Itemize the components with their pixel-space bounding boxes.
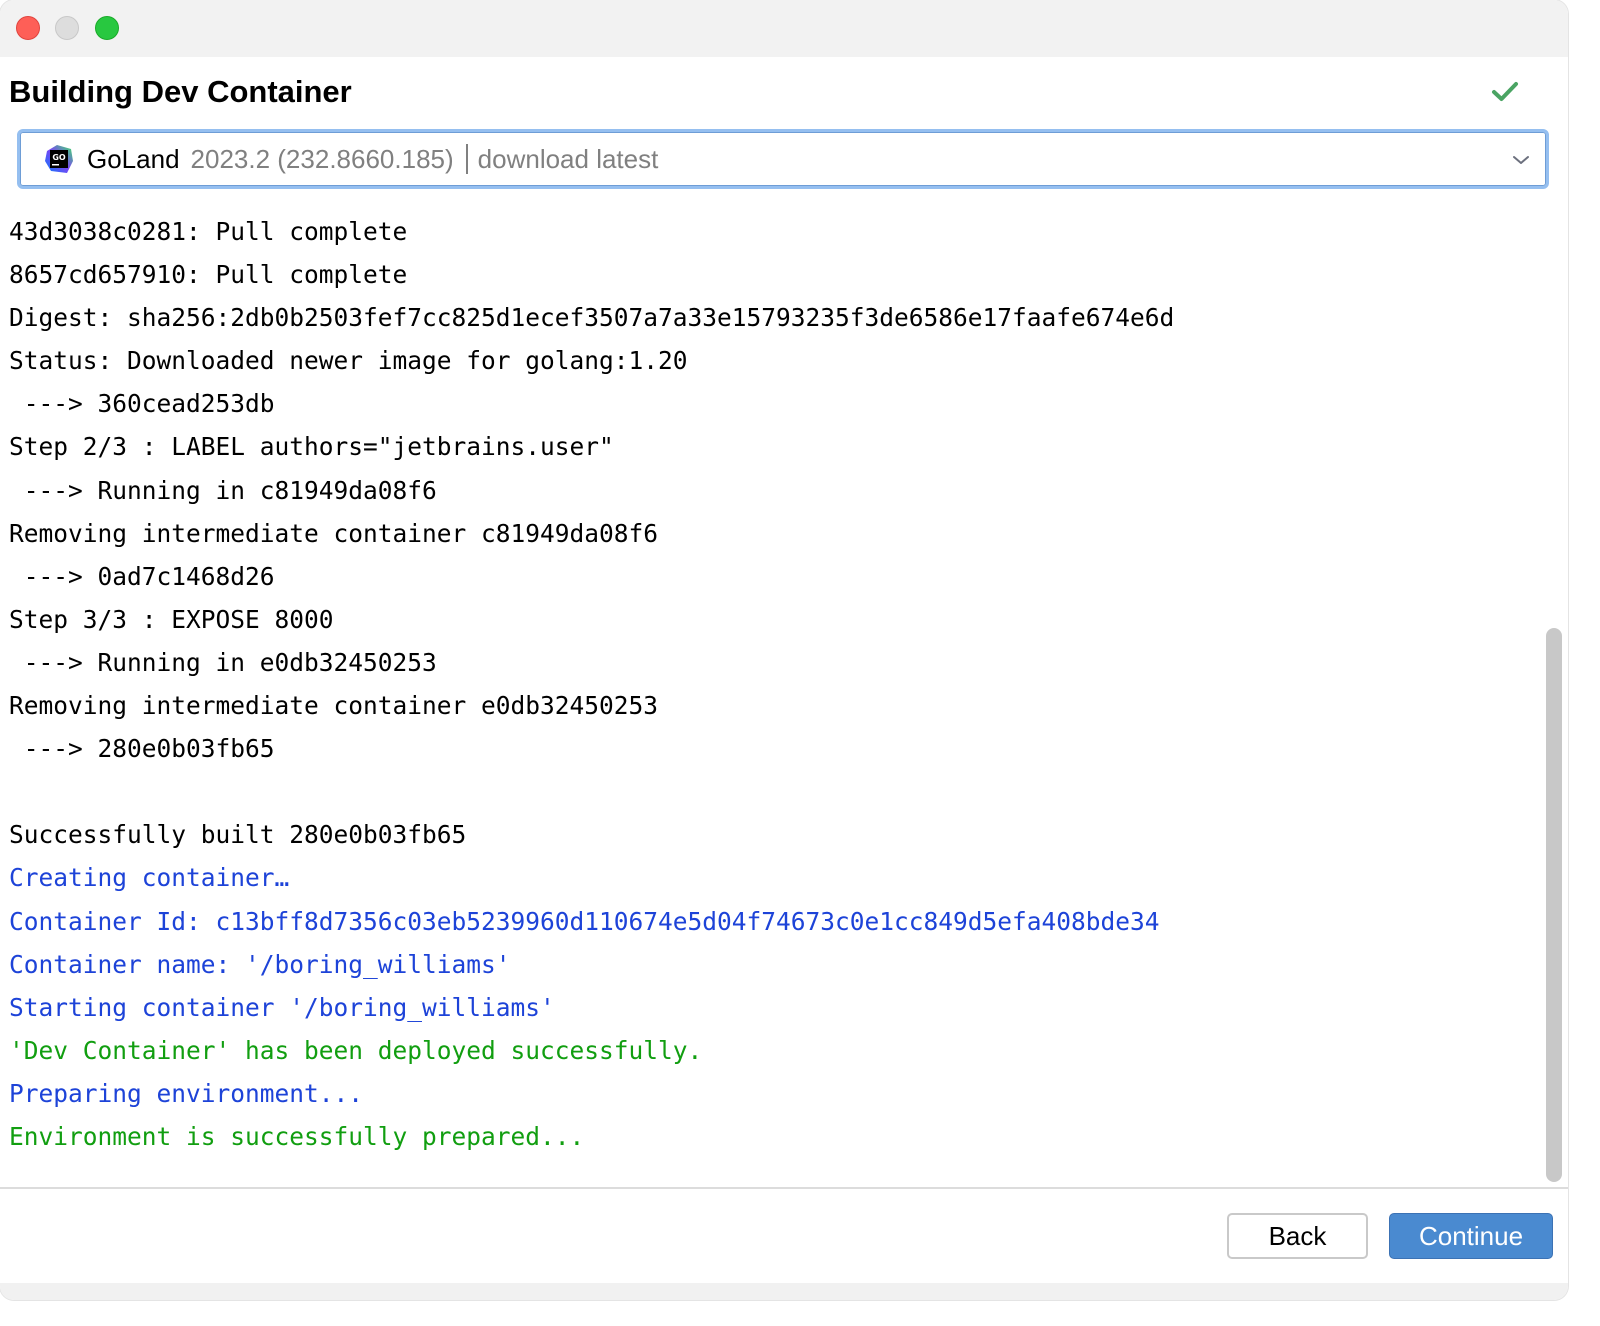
checkmark-icon — [1492, 82, 1518, 101]
log-line: Status: Downloaded newer image for golan… — [9, 346, 688, 376]
log-line: Starting container '/boring_williams' — [9, 992, 555, 1022]
back-button[interactable]: Back — [1227, 1213, 1368, 1259]
log-line: ---> Running in c81949da08f6 — [9, 475, 437, 505]
log-line: 8657cd657910: Pull complete — [9, 260, 408, 290]
ide-name: GoLand — [87, 143, 180, 174]
svg-text:GO: GO — [52, 153, 66, 162]
ide-version-dropdown[interactable]: GO GoLand 2023.2 (232.8660.185) download… — [17, 129, 1549, 189]
ide-version: 2023.2 (232.8660.185) — [190, 143, 454, 174]
title-bar — [0, 0, 1568, 57]
log-line: Removing intermediate container e0db3245… — [9, 691, 659, 721]
chevron-down-icon — [1513, 156, 1529, 164]
continue-button[interactable]: Continue — [1389, 1213, 1553, 1259]
log-scrollbar-thumb[interactable] — [1546, 628, 1562, 1182]
log-line: Digest: sha256:2db0b2503fef7cc825d1ecef3… — [9, 303, 1175, 333]
page-title: Building Dev Container — [9, 74, 352, 109]
log-line: ---> 360cead253db — [9, 389, 275, 419]
log-line: ---> 280e0b03fb65 — [9, 734, 275, 764]
log-line: 43d3038c0281: Pull complete — [9, 217, 408, 246]
close-window-button[interactable] — [16, 16, 40, 40]
log-line: Step 3/3 : EXPOSE 8000 — [9, 604, 334, 634]
minimize-window-button[interactable] — [55, 16, 79, 40]
download-latest-label: download latest — [477, 143, 659, 174]
separator — [465, 144, 468, 174]
log-line: 'Dev Container' has been deployed succes… — [9, 1035, 703, 1065]
window-bottom-edge — [0, 1283, 1568, 1300]
log-line: Step 2/3 : LABEL authors="jetbrains.user… — [9, 432, 614, 462]
log-line: Preparing environment... — [9, 1078, 364, 1108]
log-line: Environment is successfully prepared... — [9, 1121, 585, 1151]
log-line: ---> Running in e0db32450253 — [9, 647, 437, 677]
goland-logo-icon: GO — [45, 145, 73, 173]
log-line: ---> 0ad7c1468d26 — [9, 561, 275, 591]
maximize-window-button[interactable] — [95, 16, 119, 40]
log-line: Creating container… — [9, 863, 290, 893]
log-line: Container Id: c13bff8d7356c03eb5239960d1… — [9, 906, 1160, 936]
footer-divider — [0, 1187, 1568, 1189]
log-line: Successfully built 280e0b03fb65 — [9, 820, 467, 850]
log-line: Container name: '/boring_williams' — [9, 949, 511, 979]
dev-container-dialog: Building Dev Container GO GoLand 2023.2 — [0, 0, 1568, 1300]
build-log-output: 43d3038c0281: Pull complete 8657cd657910:… — [9, 210, 1529, 1158]
log-line: Removing intermediate container c81949da… — [9, 518, 659, 548]
